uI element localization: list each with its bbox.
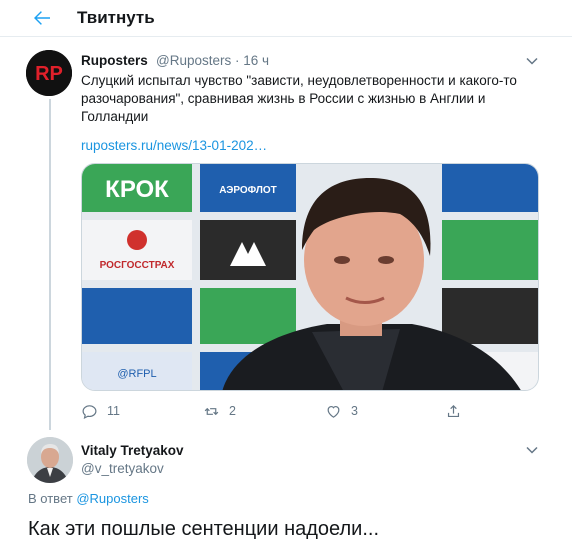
- chevron-down-icon[interactable]: [525, 54, 539, 68]
- avatar[interactable]: [27, 437, 73, 483]
- arrow-left-icon[interactable]: [30, 6, 54, 30]
- in-reply-to: В ответ @Ruposters: [28, 491, 149, 506]
- heart-icon: [327, 405, 340, 418]
- thread-connector: [49, 99, 51, 430]
- like-button[interactable]: 3: [325, 401, 358, 421]
- tweet-time[interactable]: 16 ч: [243, 53, 269, 68]
- tweet-photo[interactable]: КРОК АЭРОФЛОТ РОСГОССТРАХ @RFPL: [81, 163, 539, 391]
- tweet-text: Слуцкий испытал чувство "зависти, неудов…: [81, 73, 517, 124]
- share-button[interactable]: [445, 401, 462, 421]
- retweet-button[interactable]: 2: [203, 401, 236, 421]
- reply-icon: [82, 404, 97, 419]
- backdrop-word-1: КРОК: [105, 176, 169, 203]
- backdrop-word-4: @RFPL: [117, 368, 156, 380]
- retweet-icon: [204, 407, 219, 415]
- author-handle[interactable]: @Ruposters: [156, 53, 231, 68]
- avatar-logo-text: RP: [35, 63, 63, 85]
- page-title: Твитнуть: [77, 8, 155, 27]
- avatar[interactable]: RP: [26, 50, 72, 96]
- author-meta: @Ruposters · 16 ч: [156, 53, 269, 68]
- like-count: 3: [351, 404, 358, 418]
- meta-separator: ·: [235, 53, 240, 68]
- author-handle[interactable]: @v_tretyakov: [81, 461, 164, 476]
- top-bar: Твитнуть: [0, 0, 572, 37]
- tweet-actions: 11 2 3: [81, 401, 481, 421]
- chevron-down-icon[interactable]: [525, 443, 539, 457]
- in-reply-label: В ответ: [28, 491, 73, 506]
- share-icon: [447, 404, 460, 417]
- author-name[interactable]: Ruposters: [81, 53, 148, 68]
- tweet-link[interactable]: ruposters.ru/news/13-01-202…: [81, 138, 267, 153]
- backdrop-word-2: АЭРОФЛОТ: [219, 185, 276, 196]
- reply-button[interactable]: 11: [81, 401, 120, 421]
- backdrop-word-3: РОСГОССТРАХ: [100, 260, 175, 271]
- author-name[interactable]: Vitaly Tretyakov: [81, 443, 184, 458]
- reply-count: 11: [107, 404, 120, 418]
- retweet-count: 2: [229, 404, 236, 418]
- in-reply-user[interactable]: @Ruposters: [76, 491, 148, 506]
- reply-text: Как эти пошлые сентенции надоели...: [28, 518, 380, 540]
